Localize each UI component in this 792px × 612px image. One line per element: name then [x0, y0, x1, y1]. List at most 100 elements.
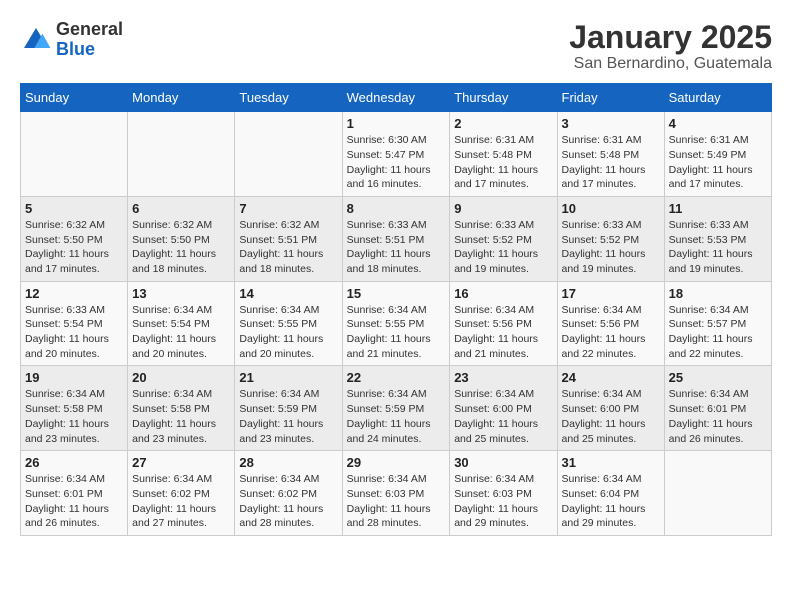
day-number: 1 [347, 116, 446, 131]
day-info: Sunrise: 6:30 AM Sunset: 5:47 PM Dayligh… [347, 133, 446, 192]
day-info: Sunrise: 6:32 AM Sunset: 5:50 PM Dayligh… [25, 218, 123, 277]
day-number: 22 [347, 370, 446, 385]
table-row: 11Sunrise: 6:33 AM Sunset: 5:53 PM Dayli… [664, 196, 771, 281]
calendar-table: Sunday Monday Tuesday Wednesday Thursday… [20, 83, 772, 536]
day-info: Sunrise: 6:34 AM Sunset: 6:03 PM Dayligh… [454, 472, 552, 531]
day-number: 3 [562, 116, 660, 131]
day-number: 10 [562, 201, 660, 216]
day-info: Sunrise: 6:33 AM Sunset: 5:52 PM Dayligh… [562, 218, 660, 277]
day-info: Sunrise: 6:34 AM Sunset: 6:02 PM Dayligh… [132, 472, 230, 531]
day-number: 28 [239, 455, 337, 470]
day-info: Sunrise: 6:34 AM Sunset: 5:57 PM Dayligh… [669, 303, 767, 362]
day-info: Sunrise: 6:34 AM Sunset: 5:58 PM Dayligh… [132, 387, 230, 446]
day-info: Sunrise: 6:34 AM Sunset: 6:01 PM Dayligh… [25, 472, 123, 531]
day-number: 15 [347, 286, 446, 301]
table-row: 29Sunrise: 6:34 AM Sunset: 6:03 PM Dayli… [342, 451, 450, 536]
calendar-week-row: 5 Sunrise: 6:32 AM Sunset: 5:50 PM Daylig… [21, 196, 772, 281]
weekday-saturday: Saturday [664, 84, 771, 112]
day-number: 19 [25, 370, 123, 385]
table-row: 17 Sunrise: 6:34 AM Sunset: 5:56 PM Dayli… [557, 281, 664, 366]
day-info: Sunrise: 6:34 AM Sunset: 5:59 PM Dayligh… [239, 387, 337, 446]
weekday-sunday: Sunday [21, 84, 128, 112]
day-number: 18 [669, 286, 767, 301]
day-info: Sunrise: 6:33 AM Sunset: 5:54 PM Dayligh… [25, 303, 123, 362]
logo-icon [20, 24, 52, 56]
table-row: 4 Sunrise: 6:31 AM Sunset: 5:49 PM Daylig… [664, 112, 771, 197]
day-number: 12 [25, 286, 123, 301]
day-info: Sunrise: 6:33 AM Sunset: 5:52 PM Dayligh… [454, 218, 552, 277]
day-info: Sunrise: 6:34 AM Sunset: 6:03 PM Dayligh… [347, 472, 446, 531]
table-row [21, 112, 128, 197]
table-row: 20 Sunrise: 6:34 AM Sunset: 5:58 PM Dayli… [128, 366, 235, 451]
logo-general-text: General [56, 19, 123, 39]
day-info: Sunrise: 6:34 AM Sunset: 5:56 PM Dayligh… [454, 303, 552, 362]
calendar-week-row: 19 Sunrise: 6:34 AM Sunset: 5:58 PM Dayli… [21, 366, 772, 451]
table-row: 9 Sunrise: 6:33 AM Sunset: 5:52 PM Daylig… [450, 196, 557, 281]
table-row: 23Sunrise: 6:34 AM Sunset: 6:00 PM Dayli… [450, 366, 557, 451]
table-row: 6 Sunrise: 6:32 AM Sunset: 5:50 PM Daylig… [128, 196, 235, 281]
day-number: 25 [669, 370, 767, 385]
table-row: 12 Sunrise: 6:33 AM Sunset: 5:54 PM Dayli… [21, 281, 128, 366]
table-row: 21 Sunrise: 6:34 AM Sunset: 5:59 PM Dayli… [235, 366, 342, 451]
day-number: 27 [132, 455, 230, 470]
table-row: 27 Sunrise: 6:34 AM Sunset: 6:02 PM Dayli… [128, 451, 235, 536]
day-number: 8 [347, 201, 446, 216]
table-row: 22Sunrise: 6:34 AM Sunset: 5:59 PM Dayli… [342, 366, 450, 451]
table-row: 18 Sunrise: 6:34 AM Sunset: 5:57 PM Dayli… [664, 281, 771, 366]
day-info: Sunrise: 6:32 AM Sunset: 5:51 PM Dayligh… [239, 218, 337, 277]
day-number: 17 [562, 286, 660, 301]
table-row: 14Sunrise: 6:34 AM Sunset: 5:55 PM Dayli… [235, 281, 342, 366]
day-info: Sunrise: 6:31 AM Sunset: 5:48 PM Dayligh… [454, 133, 552, 192]
day-info: Sunrise: 6:33 AM Sunset: 5:51 PM Dayligh… [347, 218, 446, 277]
table-row: 3 Sunrise: 6:31 AM Sunset: 5:48 PM Daylig… [557, 112, 664, 197]
table-row: 15Sunrise: 6:34 AM Sunset: 5:55 PM Dayli… [342, 281, 450, 366]
table-row: 24Sunrise: 6:34 AM Sunset: 6:00 PM Dayli… [557, 366, 664, 451]
day-number: 20 [132, 370, 230, 385]
day-info: Sunrise: 6:31 AM Sunset: 5:48 PM Dayligh… [562, 133, 660, 192]
day-number: 16 [454, 286, 552, 301]
weekday-monday: Monday [128, 84, 235, 112]
day-info: Sunrise: 6:34 AM Sunset: 6:02 PM Dayligh… [239, 472, 337, 531]
table-row: 16 Sunrise: 6:34 AM Sunset: 5:56 PM Dayli… [450, 281, 557, 366]
table-row: 26Sunrise: 6:34 AM Sunset: 6:01 PM Dayli… [21, 451, 128, 536]
table-row: 28 Sunrise: 6:34 AM Sunset: 6:02 PM Dayli… [235, 451, 342, 536]
table-row: 13Sunrise: 6:34 AM Sunset: 5:54 PM Dayli… [128, 281, 235, 366]
table-row: 30 Sunrise: 6:34 AM Sunset: 6:03 PM Dayli… [450, 451, 557, 536]
calendar-subtitle: San Bernardino, Guatemala [569, 55, 772, 73]
logo: General Blue [20, 20, 123, 60]
day-number: 4 [669, 116, 767, 131]
day-info: Sunrise: 6:34 AM Sunset: 6:00 PM Dayligh… [562, 387, 660, 446]
day-number: 11 [669, 201, 767, 216]
weekday-friday: Friday [557, 84, 664, 112]
weekday-tuesday: Tuesday [235, 84, 342, 112]
day-info: Sunrise: 6:34 AM Sunset: 6:04 PM Dayligh… [562, 472, 660, 531]
table-row: 5 Sunrise: 6:32 AM Sunset: 5:50 PM Daylig… [21, 196, 128, 281]
day-number: 6 [132, 201, 230, 216]
day-number: 7 [239, 201, 337, 216]
table-row: 31Sunrise: 6:34 AM Sunset: 6:04 PM Dayli… [557, 451, 664, 536]
day-number: 30 [454, 455, 552, 470]
calendar-week-row: 1 Sunrise: 6:30 AM Sunset: 5:47 PM Daylig… [21, 112, 772, 197]
title-block: January 2025 San Bernardino, Guatemala [569, 20, 772, 73]
day-info: Sunrise: 6:34 AM Sunset: 6:01 PM Dayligh… [669, 387, 767, 446]
day-info: Sunrise: 6:32 AM Sunset: 5:50 PM Dayligh… [132, 218, 230, 277]
day-info: Sunrise: 6:34 AM Sunset: 6:00 PM Dayligh… [454, 387, 552, 446]
day-number: 21 [239, 370, 337, 385]
day-info: Sunrise: 6:34 AM Sunset: 5:58 PM Dayligh… [25, 387, 123, 446]
table-row [235, 112, 342, 197]
day-info: Sunrise: 6:31 AM Sunset: 5:49 PM Dayligh… [669, 133, 767, 192]
calendar-week-row: 12 Sunrise: 6:33 AM Sunset: 5:54 PM Dayli… [21, 281, 772, 366]
day-number: 14 [239, 286, 337, 301]
calendar-title: January 2025 [569, 20, 772, 55]
day-number: 5 [25, 201, 123, 216]
weekday-thursday: Thursday [450, 84, 557, 112]
day-number: 9 [454, 201, 552, 216]
logo-blue-text: Blue [56, 39, 95, 59]
day-number: 2 [454, 116, 552, 131]
table-row: 7 Sunrise: 6:32 AM Sunset: 5:51 PM Daylig… [235, 196, 342, 281]
weekday-wednesday: Wednesday [342, 84, 450, 112]
day-info: Sunrise: 6:34 AM Sunset: 5:56 PM Dayligh… [562, 303, 660, 362]
table-row: 2 Sunrise: 6:31 AM Sunset: 5:48 PM Daylig… [450, 112, 557, 197]
weekday-header-row: Sunday Monday Tuesday Wednesday Thursday… [21, 84, 772, 112]
table-row: 19 Sunrise: 6:34 AM Sunset: 5:58 PM Dayli… [21, 366, 128, 451]
